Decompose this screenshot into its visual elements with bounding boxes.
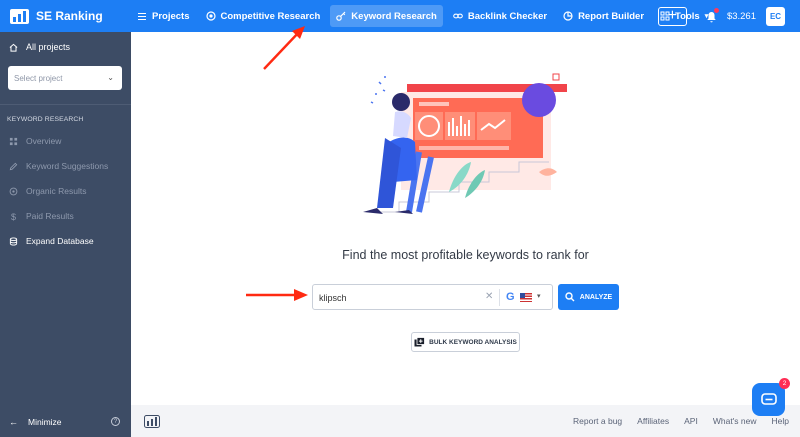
arrow-left-icon: ←	[9, 417, 18, 427]
nav-backlink-checker-label: Backlink Checker	[467, 10, 548, 22]
app-name: SE Ranking	[36, 9, 103, 23]
chat-unread-badge: 2	[779, 378, 790, 389]
footer-link-api[interactable]: API	[684, 416, 698, 426]
top-nav-bar: SE Ranking Projects Competitive Research…	[0, 0, 800, 32]
avatar[interactable]: EC	[766, 6, 785, 26]
footer: Report a bug Affiliates API What's new H…	[131, 405, 800, 437]
sidebar-item-overview[interactable]: Overview	[9, 136, 61, 146]
se-ranking-logo-icon[interactable]	[144, 415, 160, 428]
annotation-arrow-nav	[263, 26, 305, 70]
pencil-icon	[9, 162, 18, 170]
sidebar-item-organic-results[interactable]: Organic Results	[9, 186, 86, 196]
database-icon	[9, 236, 18, 246]
sidebar-all-projects[interactable]: All projects	[0, 32, 131, 62]
account-balance[interactable]: $3.261	[727, 11, 756, 22]
sidebar-section-title: KEYWORD RESEARCH	[7, 116, 84, 123]
footer-link-report-bug[interactable]: Report a bug	[573, 416, 622, 426]
nav-keyword-research[interactable]: Keyword Research	[330, 5, 443, 27]
sidebar-item-expand-database[interactable]: Expand Database	[9, 236, 94, 246]
chevron-down-icon[interactable]: ▾	[537, 292, 541, 300]
sidebar: All projects Select project ⌄ KEYWORD RE…	[0, 32, 131, 437]
footer-links: Report a bug Affiliates API What's new H…	[558, 416, 789, 426]
sidebar-item-paid-results[interactable]: $ Paid Results	[9, 211, 74, 222]
analyze-button[interactable]: ANALYZE	[558, 284, 619, 310]
footer-link-whats-new[interactable]: What's new	[713, 416, 757, 426]
add-project-button[interactable]: +	[657, 6, 687, 26]
notification-dot	[713, 8, 719, 13]
help-icon[interactable]: ?	[111, 417, 120, 426]
analyze-button-label: ANALYZE	[579, 293, 613, 301]
chat-widget-button[interactable]	[752, 383, 785, 416]
footer-link-affiliates[interactable]: Affiliates	[637, 416, 669, 426]
nav-projects[interactable]: Projects	[131, 5, 196, 27]
sidebar-item-label: Overview	[26, 136, 62, 146]
dollar-icon: $	[10, 211, 16, 222]
projects-icon	[137, 11, 147, 21]
chevron-down-icon: ⌄	[107, 73, 114, 82]
engine-divider	[499, 289, 500, 306]
sidebar-minimize-button[interactable]: ← Minimize ?	[0, 407, 131, 437]
footer-link-help[interactable]: Help	[772, 416, 789, 426]
project-select-placeholder: Select project	[14, 73, 63, 83]
bulk-icon	[414, 337, 426, 347]
notifications-button[interactable]	[706, 8, 719, 23]
plus-icon: +	[667, 7, 678, 24]
nav-backlink-checker[interactable]: Backlink Checker	[447, 5, 553, 27]
nav-keyword-research-label: Keyword Research	[351, 10, 437, 22]
logo[interactable]: SE Ranking	[0, 0, 131, 32]
sidebar-divider	[0, 104, 131, 105]
chat-icon	[760, 392, 777, 405]
nav-projects-label: Projects	[152, 10, 190, 22]
bulk-button-label: BULK KEYWORD ANALYSIS	[429, 338, 517, 346]
page-headline: Find the most profitable keywords to ran…	[342, 248, 589, 262]
keyword-search-box: ✕ G ▾	[312, 284, 553, 310]
nav-competitive-research-label: Competitive Research	[220, 10, 321, 22]
key-icon	[336, 11, 346, 21]
se-ranking-logo-icon	[10, 8, 29, 24]
organic-icon	[9, 187, 18, 195]
sidebar-item-label: Organic Results	[26, 186, 87, 196]
bulk-keyword-analysis-button[interactable]: BULK KEYWORD ANALYSIS	[411, 332, 520, 352]
overview-icon	[9, 137, 18, 145]
keyword-search-input[interactable]	[319, 289, 479, 306]
report-icon	[563, 11, 573, 21]
nav-report-builder[interactable]: Report Builder	[557, 5, 650, 27]
google-icon[interactable]: G	[506, 291, 515, 303]
minimize-label: Minimize	[28, 417, 62, 427]
main-content: Find the most profitable keywords to ran…	[131, 32, 800, 405]
project-select[interactable]: Select project ⌄	[8, 66, 122, 90]
sidebar-item-label: Keyword Suggestions	[26, 161, 109, 171]
sidebar-item-label: Paid Results	[26, 211, 74, 221]
search-icon	[565, 292, 575, 302]
sidebar-item-keyword-suggestions[interactable]: Keyword Suggestions	[9, 161, 108, 171]
target-icon	[205, 11, 216, 21]
sidebar-all-projects-label: All projects	[26, 42, 71, 52]
clear-icon[interactable]: ✕	[485, 291, 493, 302]
us-flag-icon[interactable]	[520, 293, 532, 302]
annotation-arrow-search	[246, 289, 308, 301]
keyword-research-illustration	[363, 73, 567, 214]
home-icon	[9, 43, 18, 52]
nav-report-builder-label: Report Builder	[578, 10, 645, 22]
sidebar-item-label: Expand Database	[26, 236, 94, 246]
link-icon	[453, 11, 463, 21]
